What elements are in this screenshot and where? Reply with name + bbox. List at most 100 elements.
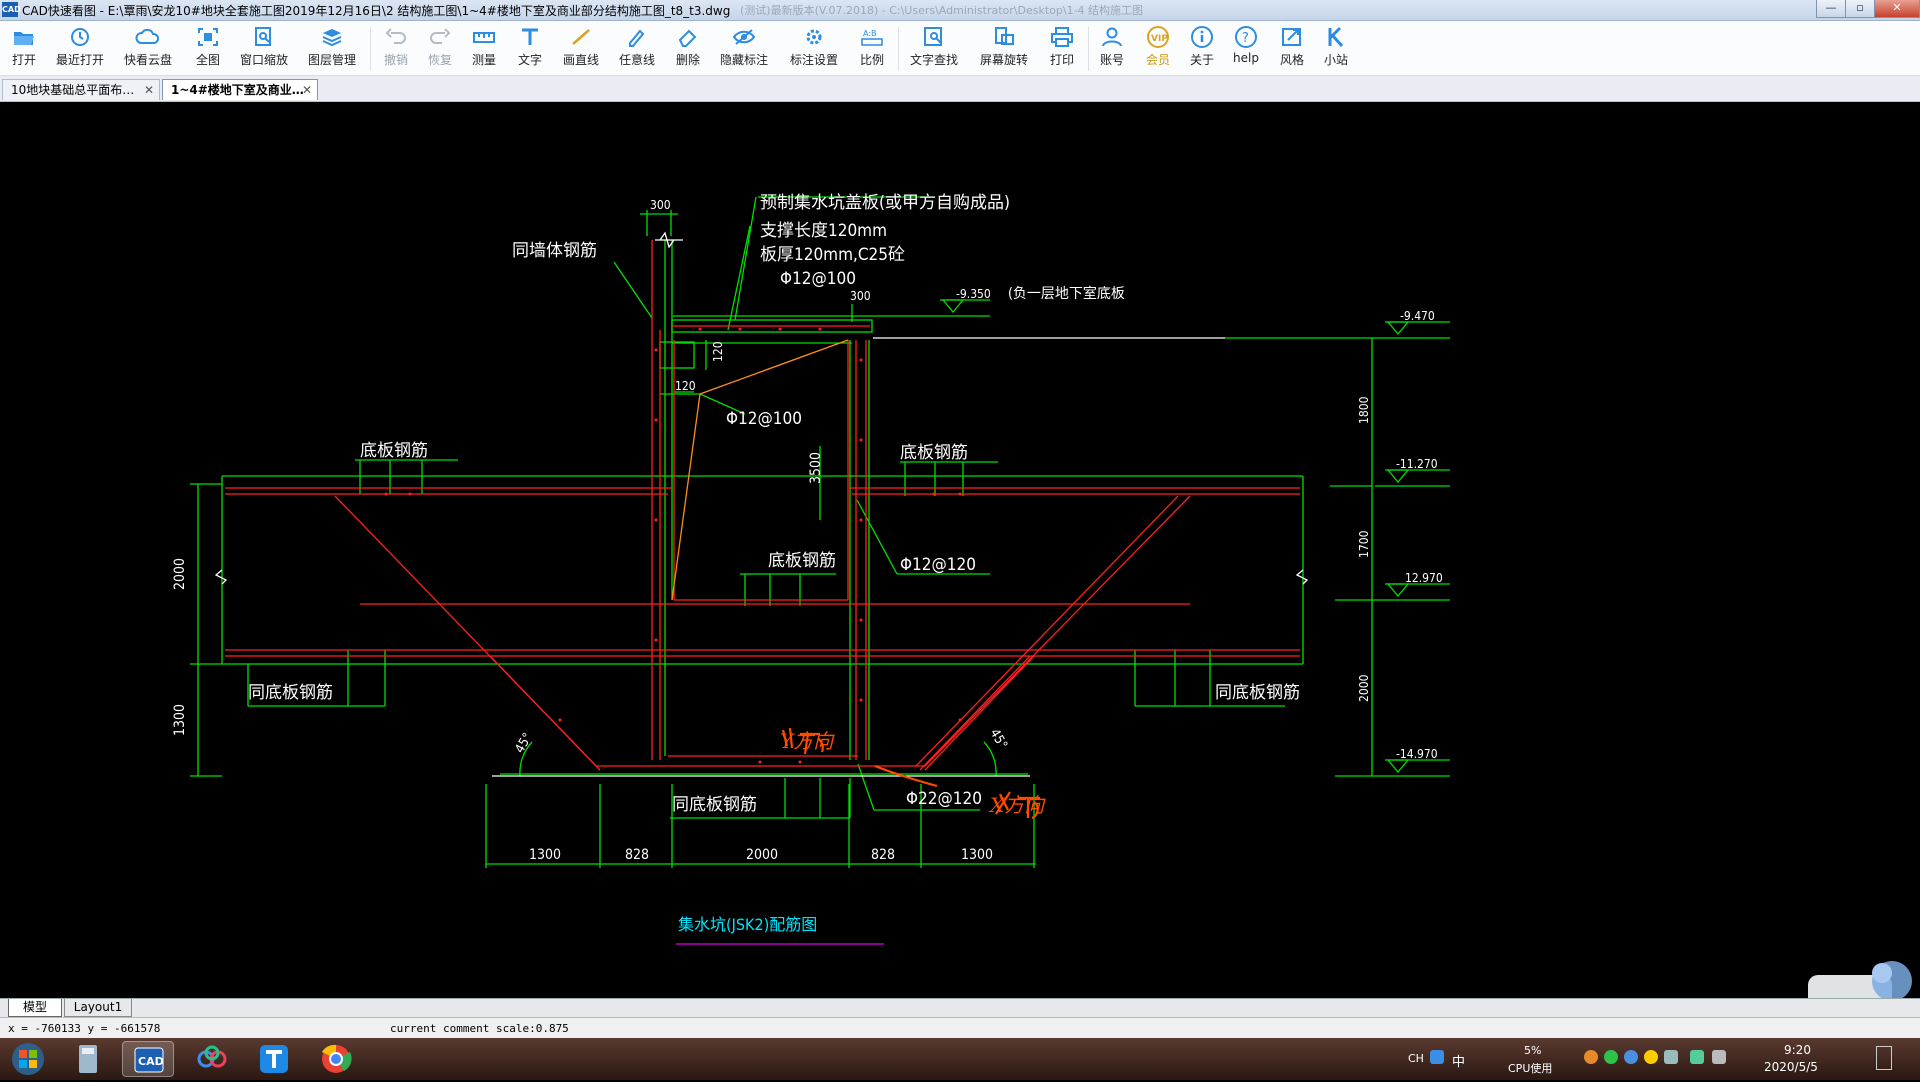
delete-button[interactable]: 删除 <box>670 25 706 73</box>
tray-app-icon[interactable] <box>1644 1050 1658 1064</box>
close-button[interactable]: ✕ <box>1874 0 1920 18</box>
taskbar-browser[interactable] <box>310 1041 362 1077</box>
bottom-dim-1300-left: 1300 <box>529 847 561 863</box>
cloud-disk-button[interactable]: 快看云盘 <box>120 25 176 73</box>
elevation-11270: -11.270 <box>1396 457 1438 471</box>
bottom-dim-2000: 2000 <box>746 847 778 863</box>
start-button[interactable] <box>4 1041 52 1077</box>
title-bar: CAD CAD快速看图 - E:\覃雨\安龙10#地块全套施工图2019年12月… <box>0 0 1920 21</box>
station-button[interactable]: 小站 <box>1318 25 1354 73</box>
printer-icon <box>1051 27 1073 47</box>
user-icon <box>1102 27 1122 47</box>
taskbar-calculator[interactable] <box>62 1041 114 1077</box>
eraser-icon <box>678 29 697 47</box>
print-button[interactable]: 打印 <box>1044 25 1080 73</box>
scale-button[interactable]: A:B 比例 <box>854 25 890 73</box>
zoom-window-button[interactable]: 窗口缩放 <box>236 25 292 73</box>
fit-all-button[interactable]: 全图 <box>188 25 228 73</box>
clock-date[interactable]: 2020/5/5 <box>1764 1060 1818 1074</box>
text-button[interactable]: 文字 <box>512 25 548 73</box>
cpu-usage-label: CPU使用 <box>1508 1062 1553 1075</box>
dim-300-top: 300 <box>650 198 671 212</box>
tab-model[interactable]: 模型 <box>8 999 62 1017</box>
comment-scale: current comment scale:0.875 <box>390 1022 569 1035</box>
vip-member-button[interactable]: VIP 会员 <box>1140 25 1176 73</box>
text-search-button[interactable]: 文字查找 <box>906 25 962 73</box>
cover-note-3: 板厚120mm,C25砼 <box>760 245 905 265</box>
calculator-icon <box>79 1045 97 1073</box>
toolbar-divider <box>1088 27 1089 71</box>
account-button[interactable]: 账号 <box>1094 25 1130 73</box>
tab-layout1[interactable]: Layout1 <box>64 999 132 1017</box>
zoom-window-icon <box>255 27 271 46</box>
redo-button[interactable]: 恢复 <box>422 25 458 73</box>
reference-lines <box>214 231 1309 777</box>
cover-note-4: Φ12@100 <box>780 269 856 289</box>
layer-manager-button[interactable]: 图层管理 <box>304 25 360 73</box>
annotation-settings-button[interactable]: 标注设置 <box>786 25 842 73</box>
bottom-dim-828-left: 828 <box>625 847 649 863</box>
freehand-line-button[interactable]: 任意线 <box>614 25 660 73</box>
rotate-screen-button[interactable]: 屏幕旋转 <box>976 25 1032 73</box>
angle-45-left: 45° <box>512 731 535 756</box>
dim-120-vertical: 120 <box>711 341 725 362</box>
network-icon[interactable] <box>1690 1050 1704 1064</box>
window-title: CAD快速看图 - E:\覃雨\安龙10#地块全套施工图2019年12月16日\… <box>22 4 731 18</box>
undo-icon <box>385 28 406 44</box>
elevation-14970: -14.970 <box>1396 747 1438 761</box>
close-icon[interactable]: ✕ <box>302 80 312 100</box>
k-station-icon <box>1328 26 1344 48</box>
speaker-icon[interactable] <box>1712 1050 1726 1064</box>
close-icon[interactable]: ✕ <box>144 80 154 100</box>
dim-120-horizontal: 120 <box>675 379 696 393</box>
help-button[interactable]: ? help <box>1228 25 1264 73</box>
dim-300-right: 300 <box>850 289 871 303</box>
svg-text:A:B: A:B <box>863 29 877 38</box>
draw-line-button[interactable]: 画直线 <box>558 25 604 73</box>
taskbar-t-app[interactable] <box>248 1041 300 1077</box>
layers-icon <box>322 29 342 47</box>
redo-icon <box>430 28 451 44</box>
wall-side-rebar-label: Φ12@120 <box>900 555 976 575</box>
elevation-9470: -9.470 <box>1400 309 1435 323</box>
tab-foundation-plan[interactable]: 10地块基础总平面布… ✕ <box>2 79 160 100</box>
bottom-rebar-label: Φ22@120 <box>906 789 982 809</box>
window-title-overlay: (测试)最新版本(V.07.2018) - C:\Users\Administr… <box>740 4 1144 17</box>
maximize-button[interactable]: ▫ <box>1845 0 1875 18</box>
recent-clock-icon <box>71 28 89 46</box>
tab-basement-structure[interactable]: 1~4#楼地下室及商业… ✕ <box>162 79 318 100</box>
open-button[interactable]: 打开 <box>4 25 44 73</box>
cover-note-1: 预制集水坑盖板(或甲方自购成品) <box>760 193 1010 213</box>
undo-button[interactable]: 撤销 <box>378 25 414 73</box>
text-search-icon <box>924 27 942 46</box>
hide-annotation-button[interactable]: 隐藏标注 <box>716 25 772 73</box>
taskbar-cad-viewer[interactable]: CAD <box>122 1041 174 1077</box>
measure-button[interactable]: 测量 <box>466 25 502 73</box>
style-button[interactable]: 风格 <box>1274 25 1310 73</box>
tray-app-icon[interactable] <box>1664 1050 1678 1064</box>
tray-app-icon[interactable] <box>1584 1050 1598 1064</box>
recent-open-button[interactable]: 最近打开 <box>52 25 108 73</box>
about-button[interactable]: 关于 <box>1184 25 1220 73</box>
elevation-9350: -9.350 <box>956 287 991 301</box>
clock-time[interactable]: 9:20 <box>1784 1043 1811 1057</box>
elevation-12970: 12.970 <box>1405 571 1443 585</box>
minimize-button[interactable]: — <box>1816 0 1846 18</box>
ime-icon[interactable] <box>1430 1050 1444 1064</box>
style-icon <box>1282 28 1301 46</box>
drawing-canvas[interactable]: 预制集水坑盖板(或甲方自购成品) 支撑长度120mm 板厚120mm,C25砼 … <box>0 102 1920 998</box>
tray-app-icon[interactable] <box>1624 1050 1638 1064</box>
taskbar-baidu-netdisk[interactable] <box>186 1041 238 1077</box>
cad-drawing: 预制集水坑盖板(或甲方自购成品) 支撑长度120mm 板厚120mm,C25砼 … <box>172 193 1450 945</box>
language-indicator[interactable]: CH <box>1408 1052 1424 1065</box>
show-desktop-button[interactable] <box>1876 1046 1892 1070</box>
line-icon <box>572 29 590 45</box>
document-tab-strip: 10地块基础总平面布… ✕ 1~4#楼地下室及商业… ✕ <box>0 76 1920 102</box>
handwritten-y-direction: Y方向 <box>780 729 835 753</box>
dim-3500: 3500 <box>808 452 824 484</box>
system-tray: CH 中 5% CPU使用 9:20 2020/5/5 <box>1400 1038 1920 1080</box>
wechat-icon[interactable] <box>1604 1050 1618 1064</box>
cursor-coordinates: x = -760133 y = -661578 <box>8 1022 161 1035</box>
ime-mode[interactable]: 中 <box>1452 1051 1465 1070</box>
svg-text:VIP: VIP <box>1151 34 1168 44</box>
